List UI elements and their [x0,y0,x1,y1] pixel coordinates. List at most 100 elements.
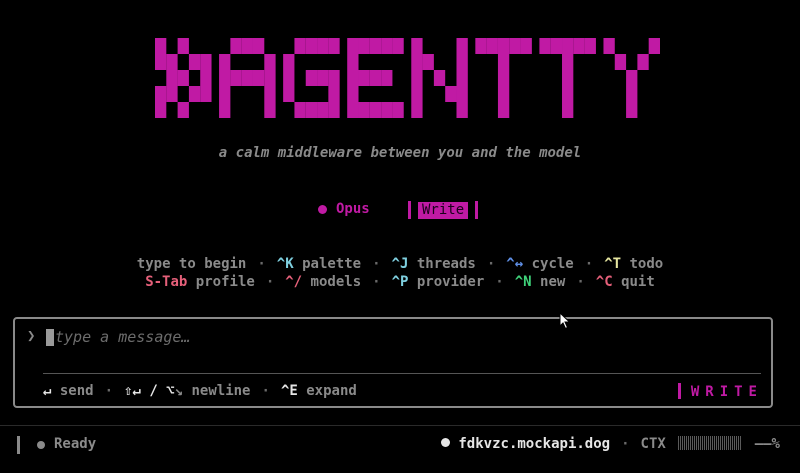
write-tag-bar [677,383,681,399]
mouse-pointer-icon [559,312,571,330]
shortcut-hint[interactable]: ^C quit [596,274,655,290]
ctx-meter-segment [724,436,726,450]
logo-pixel [328,102,340,118]
shortcut-hint[interactable]: ^P provider [392,274,485,290]
logo-pixel [230,70,242,86]
shortcut-hint[interactable]: S-Tab profile [145,274,255,290]
shortcut-hint[interactable]: type to begin [137,256,247,272]
ctx-meter-segment [734,436,736,450]
logo-pixel [626,102,638,118]
hint-line-1: type to begin · ^K palette · ^J threads · ^↔ c… [0,255,800,273]
logo-pixel [283,86,295,102]
logo-pixel [497,86,510,102]
logo-pixel [456,38,468,54]
ctx-meter-segment [728,436,730,450]
logo-pixel [584,38,596,54]
mode-pill[interactable]: Write [418,201,469,219]
ctx-label: CTX [640,436,666,452]
shortcut-label: palette [302,256,362,272]
logo-pixel [422,54,434,70]
logo-pixel [381,102,393,118]
message-composer[interactable]: ❯ ↵ send·⇧↵ / ⌥↘ newline·^E expand WRITE [13,317,773,408]
pill-left-bar [408,201,411,219]
ctx-meter-segment [736,436,738,450]
shortcut-label: models [310,274,362,290]
ctx-meter-segment [688,436,690,450]
ctx-meter-segment [692,436,694,450]
shortcut-key: ^C [595,274,613,290]
status-circle-icon [37,441,45,449]
logo-pixel [177,102,189,118]
logo-pixel [155,54,167,70]
logo-pixel [358,70,370,86]
host-name: fdkvzc.mockapi.dog [458,436,611,452]
logo-pixel [497,70,510,86]
ctx-meter-segment [730,436,732,450]
logo-pixel [294,38,306,54]
shortcut-hint[interactable]: ^N new [515,274,566,290]
shortcut-key: ^J [391,256,409,272]
shortcut-label: new [540,274,566,290]
logo-pixel [456,86,468,102]
logo-pixel [392,38,404,54]
logo-pixel [347,102,359,118]
shortcut-key: ^/ [285,274,303,290]
ctx-meter-segment [686,436,688,450]
logo-pixel [294,102,306,118]
mode-selector[interactable]: Write [408,200,479,220]
send-hint[interactable]: send [60,383,94,399]
expand-hint[interactable]: expand [306,383,357,399]
logo-pixel [305,70,318,86]
hint-separator: · [257,256,266,272]
write-tag-label: WRITE [690,384,763,400]
logo-pixel [200,70,212,86]
status-divider [0,425,800,426]
logo-pixel [445,86,457,102]
ctx-meter-segment [714,436,716,450]
shortcut-hint[interactable]: ^K palette [277,256,361,272]
logo-pixel [369,102,382,118]
hint-line-2: S-Tab profile · ^/ models · ^P provider · ^N n… [0,273,800,291]
logo-pixel [520,38,532,54]
shortcut-label: threads [416,256,476,272]
logo-pixel [562,70,574,86]
ctx-meter-segment [706,436,708,450]
logo-pixel [252,38,265,54]
logo-pixel [347,70,359,86]
logo-pixel [219,70,231,86]
logo-pixel [200,86,212,102]
logo-pixel [264,70,276,86]
ctx-meter-segment [696,436,698,450]
logo-pixel [550,38,563,54]
shortcut-hint[interactable]: ^J threads [392,256,476,272]
shortcut-key: ^P [391,274,409,290]
ctx-meter-segment [678,436,680,450]
logo-pixel [188,86,201,102]
model-name[interactable]: Opus [336,201,370,217]
hint-separator: · [372,274,381,290]
shortcut-label: provider [416,274,485,290]
logo-pixel [177,38,189,54]
shortcut-label: profile [195,274,255,290]
shortcut-hint[interactable]: ^/ models [285,274,361,290]
logo-pixel [562,38,574,54]
ctx-meter-segment [726,436,728,450]
logo-pixel [166,54,178,70]
message-input[interactable] [55,327,735,347]
ctx-meter-segment [684,436,686,450]
prompt-chevron-icon: ❯ [27,328,36,344]
host-circle-icon [441,438,451,447]
shortcut-hint[interactable]: ^↔ cycle [506,256,573,272]
ctx-meter-segment [680,436,682,450]
hint-separator: · [486,256,496,272]
logo-pixel [264,54,276,70]
logo-pixel [328,38,340,54]
logo-pixel [155,38,167,54]
logo-pixel [219,86,231,102]
shortcut-key: ^↔ [506,256,524,272]
newline-keys: ⇧↵ / ⌥ [124,383,175,399]
ctx-meter-segment [704,436,706,450]
shortcut-hint[interactable]: ^T todo [604,256,663,272]
logo-pixel [369,70,382,86]
logo-pixel [475,38,487,54]
